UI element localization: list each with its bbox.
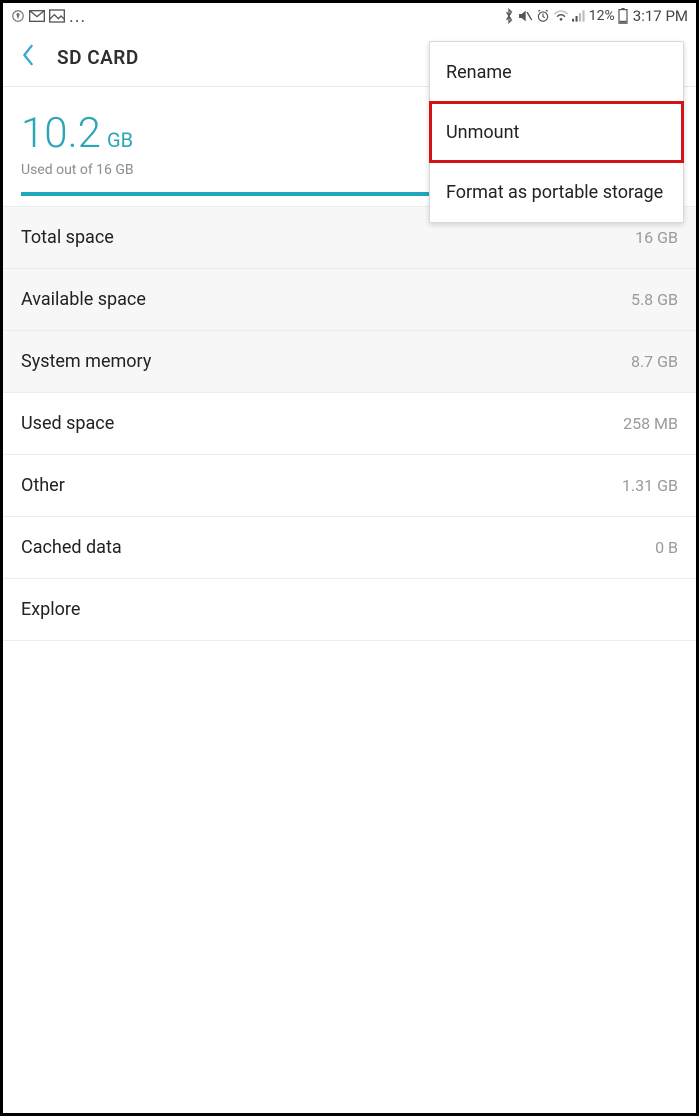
row-value: 8.7 GB [631,352,678,371]
usage-number: 10.2 [21,109,101,158]
row-value: 0 B [655,538,678,557]
back-button[interactable] [21,44,35,72]
signal-icon [572,10,586,22]
row-label: Other [21,475,65,496]
mail-icon [29,10,45,22]
menu-item-label: Rename [446,62,512,83]
storage-list: Total space 16 GB Available space 5.8 GB… [3,207,696,641]
status-right: 12% 3:17 PM [504,7,688,25]
row-label: Explore [21,599,80,620]
row-label: System memory [21,351,151,372]
notification-ellipsis: ... [69,6,86,27]
menu-unmount[interactable]: Unmount [430,102,683,162]
menu-item-label: Format as portable storage [446,182,663,203]
row-used-space[interactable]: Used space 258 MB [3,393,696,455]
page-title: SD CARD [57,46,139,69]
menu-rename[interactable]: Rename [430,42,683,102]
row-value: 5.8 GB [631,290,678,309]
menu-format[interactable]: Format as portable storage [430,162,683,222]
row-label: Used space [21,413,114,434]
menu-item-label: Unmount [446,122,519,143]
row-value: 1.31 GB [622,476,678,495]
overflow-menu: Rename Unmount Format as portable storag… [429,41,684,223]
status-bar: ... 12% 3:17 PM [3,3,696,29]
usage-unit: GB [107,128,133,152]
row-system-memory[interactable]: System memory 8.7 GB [3,331,696,393]
wifi-icon [553,10,569,22]
status-left: ... [11,6,86,27]
row-cached-data[interactable]: Cached data 0 B [3,517,696,579]
row-value: 16 GB [635,228,678,247]
row-available-space[interactable]: Available space 5.8 GB [3,269,696,331]
row-other[interactable]: Other 1.31 GB [3,455,696,517]
alarm-icon [536,9,550,23]
row-label: Available space [21,289,146,310]
shield-icon [11,9,25,23]
usage-bar-fill [21,192,440,196]
clock-time: 3:17 PM [633,7,688,25]
row-explore[interactable]: Explore [3,579,696,641]
battery-percent: 12% [589,8,615,24]
image-icon [49,9,65,23]
battery-icon [618,8,628,24]
row-label: Total space [21,227,114,248]
row-label: Cached data [21,537,122,558]
row-value: 258 MB [623,414,678,433]
mute-icon [517,9,533,23]
bluetooth-icon [504,8,514,24]
